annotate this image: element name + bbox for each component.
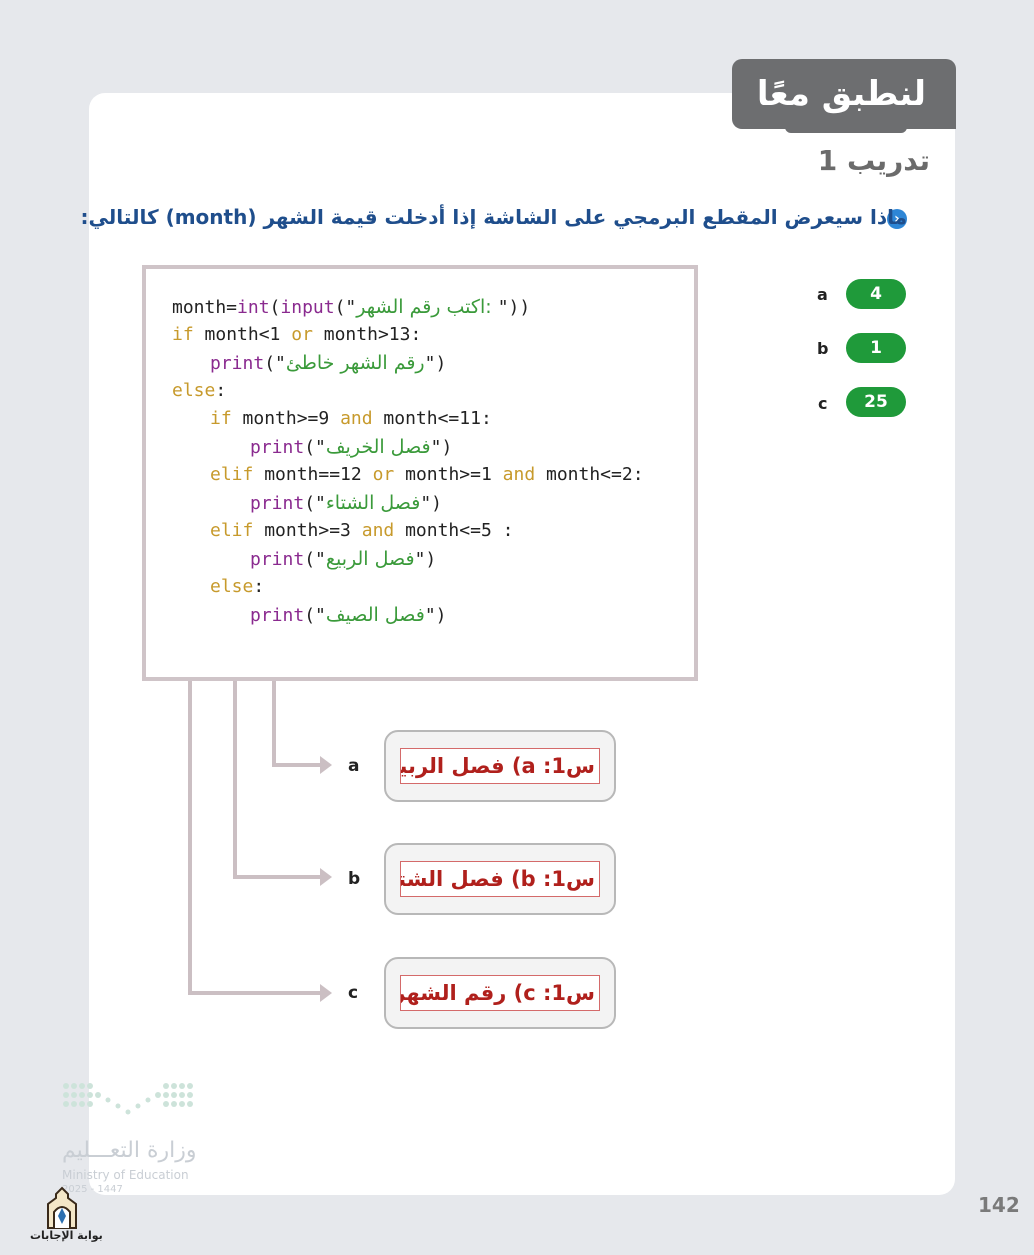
gateway-logo-icon — [47, 1186, 77, 1229]
page-number: 142 — [978, 1193, 1020, 1217]
ministry-name-ar: وزارة التعـــليم — [62, 1138, 197, 1163]
connector-a-horizontal — [272, 763, 322, 767]
answer-text-b: س1: b) فصل الشتاء — [400, 861, 600, 897]
code-line-7: elif month==12 or month>=1 and month<=2: — [210, 464, 644, 485]
connector-b-vertical — [233, 681, 237, 879]
input-value-b: 1 — [846, 333, 906, 363]
answer-label-c: c — [348, 983, 359, 1003]
answer-text-c: س1: c) رقم الشهر خاطئ — [400, 975, 600, 1011]
input-label-a: a — [817, 285, 828, 304]
code-line-12: print("فصل الصيف") — [250, 604, 447, 626]
input-label-b: b — [817, 339, 829, 358]
ministry-logo-icon — [63, 1083, 193, 1115]
code-line-11: else: — [210, 576, 265, 597]
input-label-c: c — [818, 394, 828, 413]
answer-text-a: س1: a) فصل الربيع — [400, 748, 600, 784]
section-banner: لنطبق معًا — [732, 59, 956, 129]
connector-c-vertical — [188, 681, 192, 995]
answer-box-b: س1: b) فصل الشتاء — [384, 843, 616, 915]
arrow-a-icon — [320, 756, 332, 774]
code-line-4: else: — [172, 380, 227, 401]
banner-tab — [785, 125, 907, 133]
input-value-a: 4 — [846, 279, 906, 309]
arrow-b-icon — [320, 868, 332, 886]
question-text: ماذا سيعرض المقطع البرمجي على الشاشة إذا… — [80, 205, 907, 229]
code-line-5: if month>=9 and month<=11: — [210, 408, 492, 429]
code-line-1: month=int(input("اكتب رقم الشهر: ")) — [172, 296, 531, 318]
code-line-2: if month<1 or month>13: — [172, 324, 422, 345]
connector-a-vertical — [272, 681, 276, 767]
connector-c-horizontal — [188, 991, 322, 995]
connector-b-horizontal — [233, 875, 322, 879]
code-line-9: elif month>=3 and month<=5 : — [210, 520, 514, 541]
exercise-title: تدريب 1 — [817, 144, 930, 177]
answer-box-c: س1: c) رقم الشهر خاطئ — [384, 957, 616, 1029]
answer-label-a: a — [348, 756, 360, 776]
code-line-8: print("فصل الشتاء") — [250, 492, 443, 514]
answer-label-b: b — [348, 869, 361, 889]
arrow-c-icon — [320, 984, 332, 1002]
ministry-name-en: Ministry of Education — [62, 1168, 189, 1182]
code-line-6: print("فصل الخريف") — [250, 436, 453, 458]
code-line-3: print("رقم الشهر خاطئ") — [210, 352, 447, 374]
gateway-label: بوابة الإجابات — [30, 1229, 103, 1242]
answer-box-a: س1: a) فصل الربيع — [384, 730, 616, 802]
input-value-c: 25 — [846, 387, 906, 417]
code-line-10: print("فصل الربيع") — [250, 548, 437, 570]
